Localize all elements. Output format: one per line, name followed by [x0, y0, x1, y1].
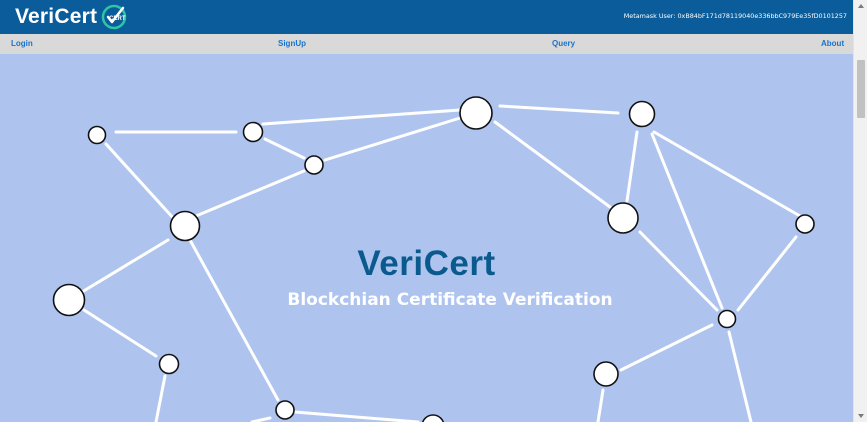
logo-badge-text: CERT — [109, 16, 126, 22]
brand[interactable]: VeriCert CERT — [15, 4, 127, 30]
network-graph-illustration — [52, 96, 815, 422]
scroll-down-icon[interactable] — [858, 414, 864, 418]
vertical-scrollbar[interactable] — [853, 0, 867, 422]
nav-login-link[interactable]: Login — [11, 39, 33, 48]
nav-about-link[interactable]: About — [821, 39, 844, 48]
metamask-user-address: Metamask User: 0xB84bF171d78119040e336bb… — [623, 12, 847, 20]
scroll-up-icon[interactable] — [858, 4, 864, 8]
nav-signup-link[interactable]: SignUp — [278, 39, 306, 48]
main-nav: Login SignUp Query About — [0, 34, 853, 54]
hero-title: VeriCert — [357, 244, 496, 283]
page: VeriCert CERT Metamask User: 0xB84bF171d… — [0, 0, 867, 422]
nav-query-link[interactable]: Query — [552, 39, 575, 48]
hero-banner: VeriCert Blockchian Certificate Verifica… — [0, 54, 853, 422]
vericert-logo-icon: CERT — [101, 4, 127, 30]
top-header: VeriCert CERT Metamask User: 0xB84bF171d… — [0, 0, 853, 34]
hero-subtitle: Blockchian Certificate Verification — [287, 290, 613, 310]
brand-name: VeriCert — [15, 5, 98, 28]
scrollbar-thumb[interactable] — [857, 60, 865, 118]
